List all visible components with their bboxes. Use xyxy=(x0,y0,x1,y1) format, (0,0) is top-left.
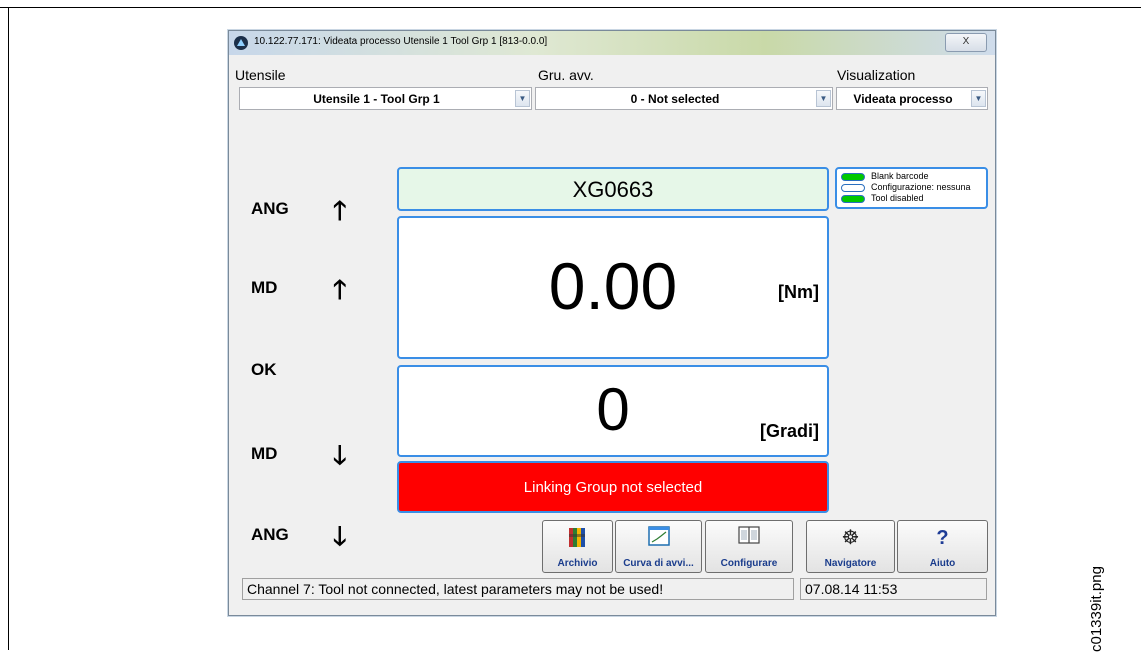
status-pill-icon xyxy=(841,195,865,203)
view-label: Visualization xyxy=(837,67,916,83)
limit-ang-low: ANG 🡓 xyxy=(251,521,361,551)
navigator-button-label: Navigatore xyxy=(824,558,877,569)
curve-chart-icon xyxy=(616,526,701,550)
arrow-down-icon: 🡓 xyxy=(333,521,347,551)
tool-select[interactable]: Utensile 1 - Tool Grp 1 ▼ xyxy=(239,87,532,110)
legend-label: Tool disabled xyxy=(871,193,924,203)
limit-ok: OK xyxy=(251,356,361,386)
barcode-value: XG0663 xyxy=(572,177,654,202)
frame-border-left xyxy=(8,7,9,650)
legend-item: Blank barcode xyxy=(841,171,987,182)
status-bar: Channel 7: Tool not connected, latest pa… xyxy=(242,578,987,600)
legend-label: Blank barcode xyxy=(871,171,929,181)
tool-select-value: Utensile 1 - Tool Grp 1 xyxy=(313,92,440,106)
angle-panel: 0 [Gradi] xyxy=(397,365,829,457)
torque-unit: [Nm] xyxy=(778,282,819,302)
status-pill-icon xyxy=(841,184,865,192)
archive-button[interactable]: Archivio xyxy=(542,520,613,573)
limit-md-low: MD 🡓 xyxy=(251,440,361,470)
image-caption: c01339it.png xyxy=(1088,566,1105,652)
limit-label: ANG xyxy=(251,525,289,544)
view-select-value: Videata processo xyxy=(853,92,953,106)
limit-md-high: MD 🡑 xyxy=(251,274,361,304)
limit-ang-high: ANG 🡑 xyxy=(251,195,361,225)
status-legend: Blank barcode Configurazione: nessuna To… xyxy=(835,167,988,209)
arrow-up-icon: 🡑 xyxy=(333,195,347,225)
chevron-down-icon[interactable]: ▼ xyxy=(971,90,986,107)
legend-label: Configurazione: nessuna xyxy=(871,182,971,192)
help-button[interactable]: ? Aiuto xyxy=(897,520,988,573)
app-logo-icon xyxy=(234,36,248,50)
configure-button-label: Configurare xyxy=(720,558,778,569)
group-select-value: 0 - Not selected xyxy=(630,92,720,106)
process-window: 10.122.77.171: Videata processo Utensile… xyxy=(228,30,996,616)
limit-label: MD xyxy=(251,444,278,463)
legend-item: Configurazione: nessuna xyxy=(841,182,987,193)
ship-wheel-icon: ☸ xyxy=(841,527,860,549)
torque-panel: 0.00 [Nm] xyxy=(397,216,829,359)
archive-button-label: Archivio xyxy=(557,558,598,569)
angle-unit: [Gradi] xyxy=(759,421,819,441)
torque-value: 0.00 xyxy=(548,249,678,323)
view-select[interactable]: Videata processo ▼ xyxy=(836,87,988,110)
curve-button-label: Curva di avvi... xyxy=(623,558,694,569)
limit-label: MD xyxy=(251,278,278,297)
status-datetime: 07.08.14 11:53 xyxy=(805,581,898,597)
navigator-button[interactable]: ☸ Navigatore xyxy=(806,520,895,573)
arrow-up-icon: 🡑 xyxy=(333,274,347,304)
group-label: Gru. avv. xyxy=(538,67,594,83)
group-select[interactable]: 0 - Not selected ▼ xyxy=(535,87,833,110)
window-title: 10.122.77.171: Videata processo Utensile… xyxy=(254,36,548,47)
help-button-label: Aiuto xyxy=(929,558,956,569)
limit-label: ANG xyxy=(251,199,289,218)
frame-border-top xyxy=(0,7,1141,8)
barcode-panel: XG0663 xyxy=(397,167,829,211)
arrow-down-icon: 🡓 xyxy=(333,440,347,470)
alert-text: Linking Group not selected xyxy=(523,479,703,496)
book-icon xyxy=(706,526,792,550)
status-message: Channel 7: Tool not connected, latest pa… xyxy=(247,581,664,597)
alert-banner: Linking Group not selected xyxy=(397,461,829,513)
curve-button[interactable]: Curva di avvi... xyxy=(615,520,702,573)
configure-button[interactable]: Configurare xyxy=(705,520,793,573)
chevron-down-icon[interactable]: ▼ xyxy=(816,90,831,107)
close-button[interactable]: X xyxy=(945,33,987,52)
title-bar[interactable]: 10.122.77.171: Videata processo Utensile… xyxy=(229,31,995,55)
help-icon: ? xyxy=(936,527,949,549)
binders-icon xyxy=(543,526,612,550)
tool-label: Utensile xyxy=(235,67,286,83)
status-message-panel: Channel 7: Tool not connected, latest pa… xyxy=(242,578,794,600)
limit-label: OK xyxy=(251,360,277,379)
chevron-down-icon[interactable]: ▼ xyxy=(515,90,530,107)
legend-item: Tool disabled xyxy=(841,193,987,204)
status-time-panel: 07.08.14 11:53 xyxy=(800,578,987,600)
status-pill-icon xyxy=(841,173,865,181)
